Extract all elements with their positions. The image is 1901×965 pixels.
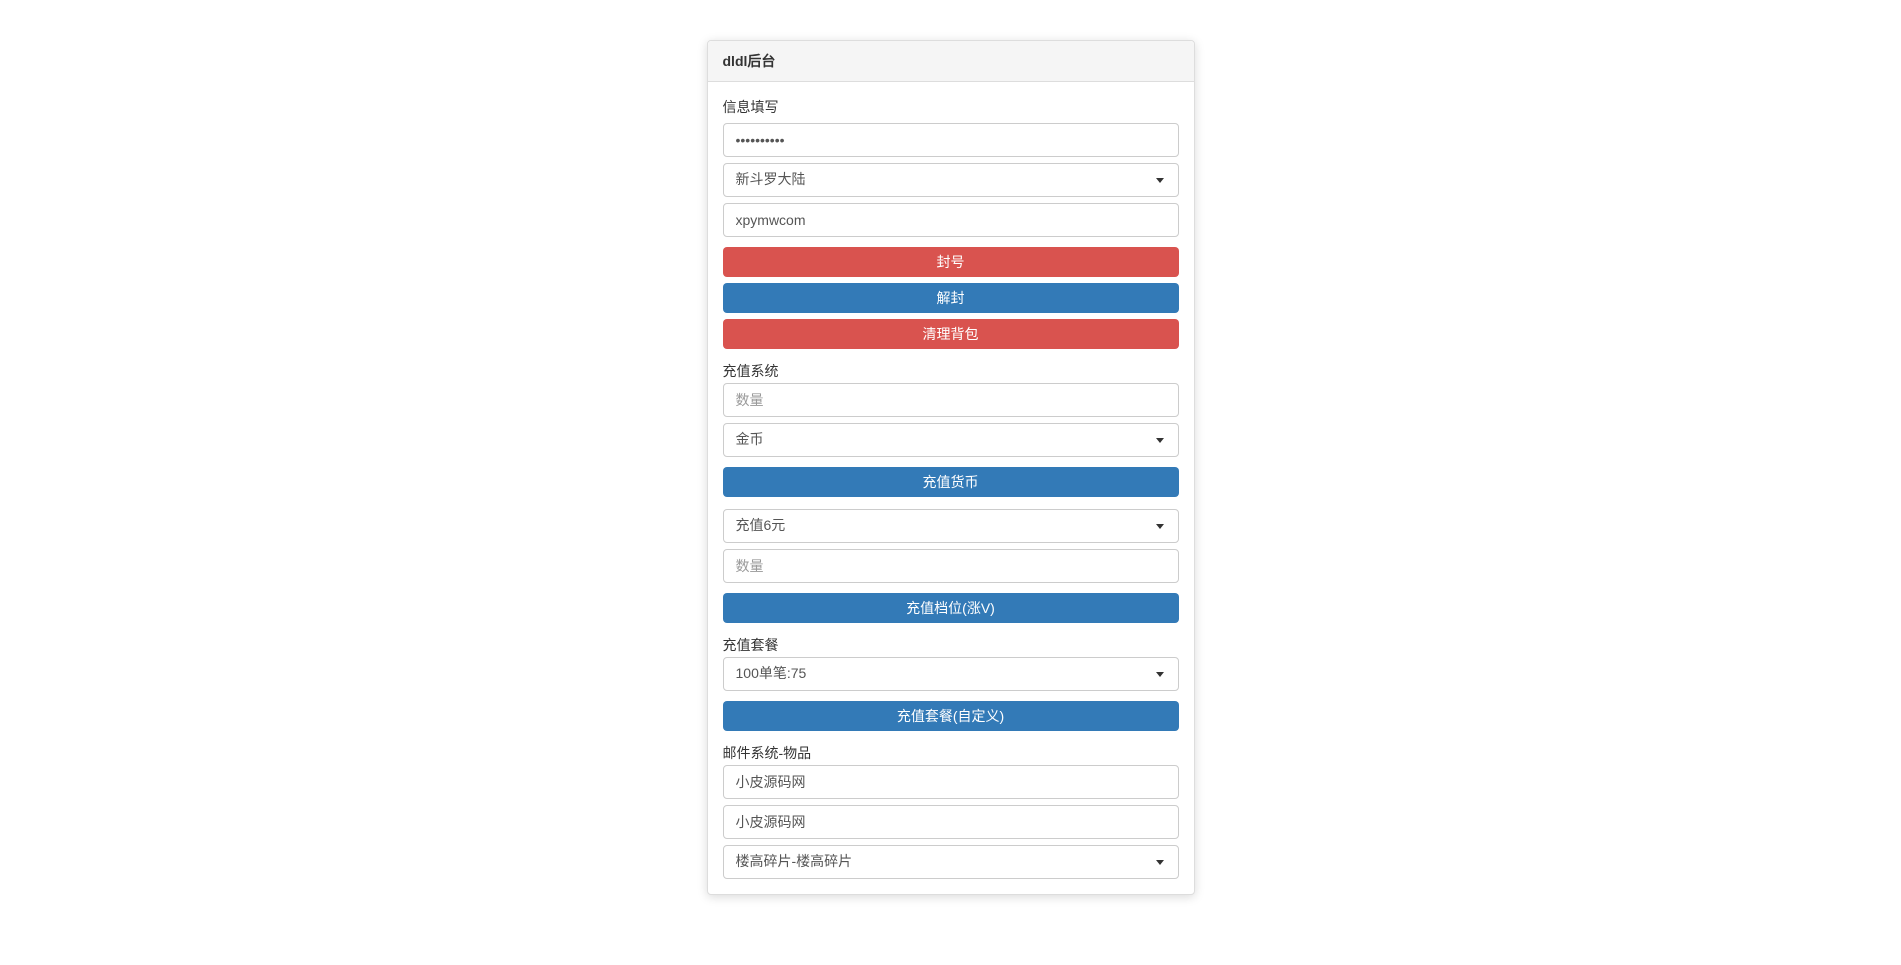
password-input[interactable] bbox=[723, 123, 1179, 157]
charge-currency-button[interactable]: 充值货币 bbox=[723, 467, 1179, 497]
tier-qty-input[interactable] bbox=[723, 549, 1179, 583]
currency-select-value: 金币 bbox=[736, 431, 764, 447]
panel-title: dldl后台 bbox=[708, 41, 1194, 82]
panel-body: 信息填写 新斗罗大陆 封号 解封 清理背包 充值系统 金币 充值货币 充值6元 … bbox=[708, 82, 1194, 894]
mail-item-select[interactable]: 楼高碎片-楼高碎片 bbox=[723, 845, 1179, 879]
game-select-value: 新斗罗大陆 bbox=[736, 171, 806, 187]
chevron-down-icon bbox=[1156, 672, 1164, 677]
unban-button[interactable]: 解封 bbox=[723, 283, 1179, 313]
currency-select[interactable]: 金币 bbox=[723, 423, 1179, 457]
chevron-down-icon bbox=[1156, 178, 1164, 183]
section-label-recharge: 充值系统 bbox=[723, 361, 1179, 381]
mail-input-2[interactable] bbox=[723, 805, 1179, 839]
clear-bag-button[interactable]: 清理背包 bbox=[723, 319, 1179, 349]
package-select[interactable]: 100单笔:75 bbox=[723, 657, 1179, 691]
ban-button[interactable]: 封号 bbox=[723, 247, 1179, 277]
package-select-value: 100单笔:75 bbox=[736, 665, 807, 681]
chevron-down-icon bbox=[1156, 524, 1164, 529]
account-input[interactable] bbox=[723, 203, 1179, 237]
tier-select[interactable]: 充值6元 bbox=[723, 509, 1179, 543]
mail-item-select-value: 楼高碎片-楼高碎片 bbox=[736, 853, 853, 869]
recharge-qty-input[interactable] bbox=[723, 383, 1179, 417]
section-label-mail: 邮件系统-物品 bbox=[723, 743, 1179, 763]
section-label-info: 信息填写 bbox=[723, 97, 1179, 117]
chevron-down-icon bbox=[1156, 860, 1164, 865]
section-label-package: 充值套餐 bbox=[723, 635, 1179, 655]
mail-input-1[interactable] bbox=[723, 765, 1179, 799]
admin-panel: dldl后台 信息填写 新斗罗大陆 封号 解封 清理背包 充值系统 金币 充值货… bbox=[707, 40, 1195, 895]
charge-package-button[interactable]: 充值套餐(自定义) bbox=[723, 701, 1179, 731]
tier-select-value: 充值6元 bbox=[736, 517, 786, 533]
charge-tier-button[interactable]: 充值档位(涨V) bbox=[723, 593, 1179, 623]
game-select[interactable]: 新斗罗大陆 bbox=[723, 163, 1179, 197]
chevron-down-icon bbox=[1156, 438, 1164, 443]
